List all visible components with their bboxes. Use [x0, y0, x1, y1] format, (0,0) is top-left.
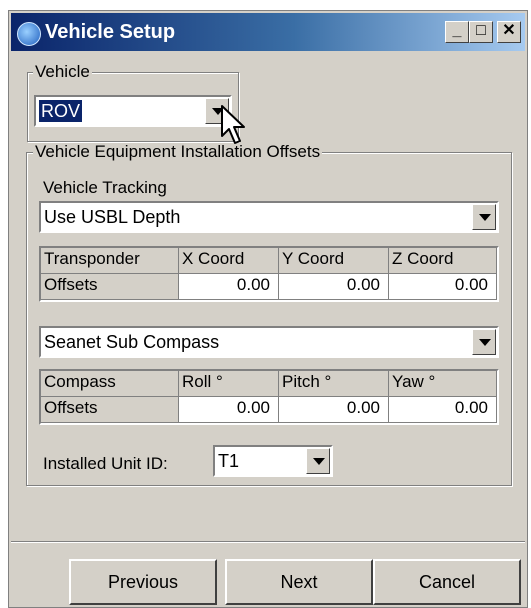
vehicle-setup-window: Vehicle Setup _ □ ✕ Vehicle ROV Vehicle …	[8, 10, 528, 608]
mouse-cursor-icon	[221, 105, 245, 144]
previous-button[interactable]: Previous	[69, 559, 217, 605]
compass-dropdown-button[interactable]	[472, 329, 496, 355]
close-button[interactable]: ✕	[497, 21, 521, 43]
grid-header: Z Coord	[389, 248, 497, 274]
grid-header: Compass	[41, 371, 179, 397]
grid-header: Yaw °	[389, 371, 497, 397]
grid-header: X Coord	[179, 248, 279, 274]
compass-offsets-grid: Compass Roll ° Pitch ° Yaw ° Offsets 0.0…	[39, 369, 499, 425]
grid-row-label: Offsets	[41, 274, 179, 300]
y-coord-offset-cell[interactable]: 0.00	[279, 274, 389, 300]
pitch-offset-cell[interactable]: 0.00	[279, 397, 389, 423]
vehicle-tracking-select[interactable]: Use USBL Depth	[39, 201, 499, 233]
maximize-button[interactable]: □	[469, 21, 493, 43]
window-title: Vehicle Setup	[45, 21, 176, 43]
vehicle-selected-value: ROV	[39, 100, 83, 122]
installed-unit-id-value: T1	[218, 451, 240, 471]
grid-header: Pitch °	[279, 371, 389, 397]
vehicle-tracking-dropdown-button[interactable]	[472, 204, 496, 230]
yaw-offset-cell[interactable]: 0.00	[389, 397, 497, 423]
installed-unit-id-dropdown-button[interactable]	[306, 448, 330, 474]
vehicle-tracking-value: Use USBL Depth	[44, 207, 181, 227]
cancel-button[interactable]: Cancel	[373, 559, 521, 605]
roll-offset-cell[interactable]: 0.00	[179, 397, 279, 423]
grid-header: Roll °	[179, 371, 279, 397]
x-coord-offset-cell[interactable]: 0.00	[179, 274, 279, 300]
compass-select[interactable]: Seanet Sub Compass	[39, 326, 499, 358]
grid-header: Transponder	[41, 248, 179, 274]
grid-header: Y Coord	[279, 248, 389, 274]
grid-row-label: Offsets	[41, 397, 179, 423]
app-icon	[17, 22, 41, 46]
vehicle-tracking-label: Vehicle Tracking	[43, 178, 167, 197]
installed-unit-id-select[interactable]: T1	[213, 445, 333, 477]
vehicle-group-label: Vehicle	[33, 62, 92, 81]
installed-unit-id-label: Installed Unit ID:	[43, 454, 168, 473]
title-bar[interactable]: Vehicle Setup _ □ ✕	[11, 13, 525, 51]
minimize-button[interactable]: _	[445, 21, 469, 43]
button-bar-divider	[11, 541, 525, 543]
next-button[interactable]: Next	[225, 559, 373, 605]
transponder-offsets-grid: Transponder X Coord Y Coord Z Coord Offs…	[39, 246, 499, 302]
vehicle-select[interactable]: ROV	[34, 95, 232, 127]
compass-selected-value: Seanet Sub Compass	[44, 332, 220, 352]
offsets-group-label: Vehicle Equipment Installation Offsets	[33, 142, 323, 161]
z-coord-offset-cell[interactable]: 0.00	[389, 274, 497, 300]
